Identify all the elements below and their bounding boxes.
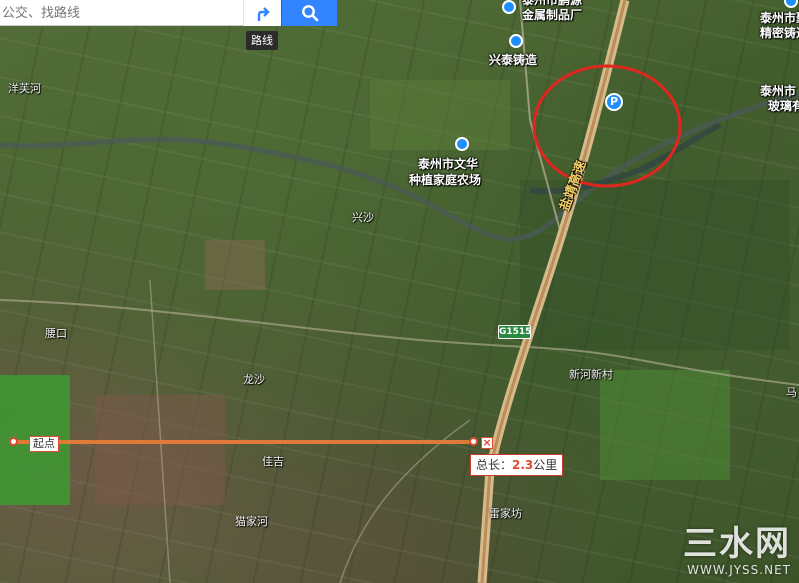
route-tooltip: 路线 <box>246 31 278 50</box>
village-label: 龙沙 <box>243 373 265 386</box>
parking-icon[interactable]: P <box>605 93 623 111</box>
map-overlay <box>0 0 799 583</box>
river <box>529 122 722 195</box>
road <box>519 0 561 231</box>
measure-start-label: 起点 <box>29 436 59 452</box>
village-label: 兴沙 <box>352 211 374 224</box>
village-label: 猫家河 <box>235 515 268 528</box>
search-button[interactable] <box>282 0 337 26</box>
parking-label: P <box>609 95 619 108</box>
road <box>0 299 799 386</box>
village-label: 新河新村 <box>569 368 613 381</box>
poi-metal-factory[interactable]: 金属制品厂 <box>522 7 582 23</box>
search-input[interactable] <box>0 0 243 26</box>
village-label: 马 <box>786 386 797 399</box>
measure-end-point[interactable] <box>469 437 478 446</box>
measure-start-point[interactable] <box>9 437 18 446</box>
village-label: 腰口 <box>45 327 67 340</box>
poi-glass-1[interactable]: 泰州市 <box>760 83 796 99</box>
highway-shield: G1515 <box>498 325 532 339</box>
route-button[interactable] <box>243 0 281 26</box>
route-icon <box>257 7 270 21</box>
watermark-title: 三水网 <box>683 524 791 564</box>
poi-marker-icon[interactable] <box>502 0 516 14</box>
measure-close-button[interactable]: × <box>481 437 493 449</box>
poi-xingtai[interactable]: 兴泰铸造 <box>489 52 537 68</box>
measure-total-prefix: 总长： <box>476 458 513 472</box>
measure-total-unit: 公里 <box>533 458 558 472</box>
poi-marker-icon[interactable] <box>455 137 469 151</box>
poi-farm-2[interactable]: 种植家庭农场 <box>409 172 481 188</box>
poi-farm-1[interactable]: 泰州市文华 <box>418 156 478 172</box>
search-icon <box>301 5 318 22</box>
poi-marker-icon[interactable] <box>509 34 523 48</box>
search-box <box>0 0 243 26</box>
poi-jvli-1[interactable]: 泰州市聚利 <box>760 10 799 26</box>
village-label: 雷家坊 <box>489 507 522 520</box>
measure-total-value: 2.3 <box>512 458 534 472</box>
road <box>149 279 171 583</box>
poi-glass-2[interactable]: 玻璃有 <box>768 98 799 114</box>
watermark-url: WWW.JYSS.NET <box>687 563 791 577</box>
road <box>339 419 471 583</box>
expressway-edge <box>480 0 627 583</box>
poi-jvli-2[interactable]: 精密铸造厂 <box>760 25 799 41</box>
site-watermark: 三水网 WWW.JYSS.NET <box>683 525 791 577</box>
village-label: 洋芙河 <box>8 82 41 95</box>
village-label: 佳吉 <box>262 455 284 468</box>
measure-total-box: 总长：2.3公里 <box>470 454 564 476</box>
